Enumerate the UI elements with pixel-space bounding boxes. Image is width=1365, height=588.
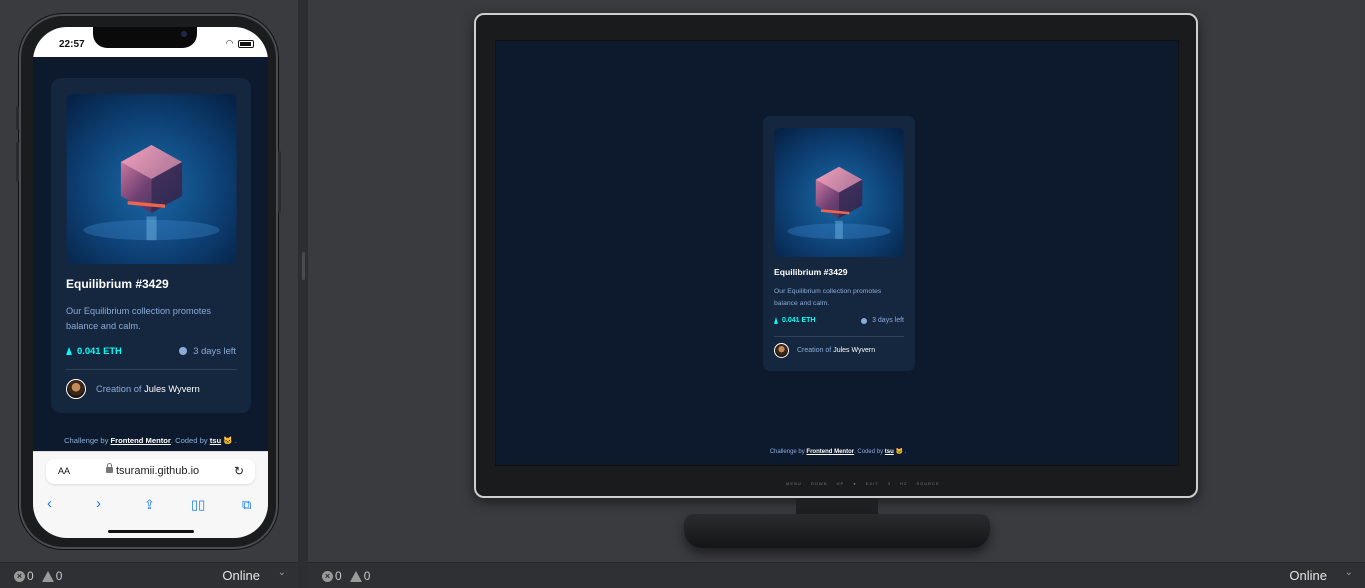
nft-price-value: 0.041 ETH bbox=[77, 345, 122, 356]
divider bbox=[774, 336, 904, 337]
status-bar-left: × 0 0 Online ⌄ bbox=[0, 562, 298, 588]
camera-icon bbox=[181, 31, 187, 37]
creator-line: Creation of Jules Wyvern bbox=[797, 347, 875, 354]
creator-name-link[interactable]: Jules Wyvern bbox=[833, 347, 875, 354]
clock-icon bbox=[861, 317, 868, 324]
error-icon: × bbox=[14, 570, 25, 582]
splitter-grip[interactable] bbox=[302, 252, 305, 280]
nft-card-desktop: Equilibrium #3429 Our Equilibrium collec… bbox=[763, 116, 915, 371]
divider bbox=[66, 369, 237, 370]
share-icon[interactable]: ⇪ bbox=[144, 497, 155, 513]
warning-count: 0 bbox=[363, 569, 371, 583]
nft-title[interactable]: Equilibrium #3429 bbox=[774, 267, 848, 277]
phone-notch bbox=[93, 27, 197, 48]
address-bar[interactable]: AA tsuramii.github.io ↻ bbox=[46, 459, 255, 484]
text-size-button[interactable]: AA bbox=[58, 466, 70, 476]
network-status[interactable]: Online bbox=[222, 568, 260, 583]
tabs-icon[interactable]: ⧉ bbox=[242, 497, 251, 513]
error-count: 0 bbox=[27, 569, 34, 583]
phone-status-icons: ◠ bbox=[226, 38, 254, 49]
lock-icon bbox=[106, 463, 113, 473]
nft-title[interactable]: Equilibrium #3429 bbox=[66, 277, 169, 291]
browser-toolbar: AA tsuramii.github.io ↻ ‹ › ⇪ ▯▯ ⧉ bbox=[33, 451, 268, 538]
monitor-frame: Equilibrium #3429 Our Equilibrium collec… bbox=[474, 13, 1198, 498]
frontend-mentor-link[interactable]: Frontend Mentor bbox=[111, 436, 171, 445]
cube-artwork-icon bbox=[66, 94, 237, 264]
nft-card: Equilibrium #3429 Our Equilibrium collec… bbox=[51, 78, 251, 413]
coder-link[interactable]: tsu bbox=[210, 436, 221, 445]
nft-description: Our Equilibrium collection promotes bala… bbox=[66, 306, 212, 331]
nft-time-left: 3 days left bbox=[179, 345, 236, 356]
warning-icon bbox=[41, 570, 54, 582]
creator-prefix: Creation of bbox=[96, 384, 142, 394]
nft-price: 0.041 ETH bbox=[774, 317, 815, 324]
attribution-prefix: Challenge by bbox=[769, 449, 805, 455]
avatar bbox=[774, 343, 789, 358]
attribution-middle: . Coded by bbox=[854, 449, 884, 455]
avatar bbox=[66, 379, 86, 399]
phone-clock: 22:57 bbox=[59, 39, 85, 50]
wifi-icon: ◠ bbox=[225, 38, 235, 48]
creator-prefix: Creation of bbox=[797, 347, 832, 354]
attribution: Challenge by Frontend Mentor. Coded by t… bbox=[496, 448, 1180, 455]
bookmarks-icon[interactable]: ▯▯ bbox=[191, 497, 205, 513]
monitor-osd-buttons: MENU DOWN UP ● EXIT 3 HZ SOURCE bbox=[786, 481, 940, 486]
frontend-mentor-link[interactable]: Frontend Mentor bbox=[806, 449, 854, 455]
monitor-stand bbox=[684, 514, 990, 548]
nft-creator: Creation of Jules Wyvern bbox=[774, 343, 875, 358]
nft-time-left-value: 3 days left bbox=[872, 317, 904, 324]
attribution-middle: . Coded by bbox=[170, 436, 208, 445]
warning-icon bbox=[349, 570, 362, 582]
reload-icon[interactable]: ↻ bbox=[234, 464, 244, 478]
phone-side-button bbox=[16, 106, 19, 130]
issues-indicator[interactable]: × 0 0 bbox=[14, 569, 62, 583]
error-icon: × bbox=[322, 570, 333, 582]
phone-power-button bbox=[278, 151, 281, 213]
home-indicator bbox=[108, 530, 194, 533]
nft-price: 0.041 ETH bbox=[66, 345, 122, 356]
battery-icon bbox=[238, 39, 254, 48]
coder-link[interactable]: tsu bbox=[885, 449, 894, 455]
attribution-suffix: 🐱 . bbox=[895, 449, 907, 455]
attribution-suffix: 🐱 . bbox=[223, 436, 237, 445]
nft-price-value: 0.041 ETH bbox=[782, 317, 816, 324]
creator-line: Creation of Jules Wyvern bbox=[96, 384, 200, 394]
forward-icon[interactable]: › bbox=[96, 495, 101, 512]
creator-name-link[interactable]: Jules Wyvern bbox=[144, 384, 200, 394]
back-icon[interactable]: ‹ bbox=[47, 495, 52, 512]
browser-nav-row: ‹ › ⇪ ▯▯ ⧉ bbox=[33, 495, 268, 517]
warning-count: 0 bbox=[55, 569, 63, 583]
nft-time-left-value: 3 days left bbox=[193, 345, 236, 356]
attribution-prefix: Challenge by bbox=[64, 436, 109, 445]
network-status[interactable]: Online bbox=[1289, 568, 1327, 583]
issues-indicator[interactable]: × 0 0 bbox=[322, 569, 370, 583]
equilibrium-image-desktop[interactable] bbox=[774, 128, 904, 257]
monitor-screen: Equilibrium #3429 Our Equilibrium collec… bbox=[495, 40, 1179, 466]
ethereum-icon bbox=[774, 317, 778, 324]
nft-description: Our Equilibrium collection promotes bala… bbox=[774, 288, 882, 307]
mobile-preview-pane: 22:57 ◠ Equilibrium #3429 Our Equilibriu… bbox=[0, 0, 298, 562]
phone-frame: 22:57 ◠ Equilibrium #3429 Our Equilibriu… bbox=[16, 14, 281, 549]
nft-time-left: 3 days left bbox=[861, 317, 904, 324]
equilibrium-image[interactable] bbox=[66, 94, 237, 264]
url-text[interactable]: tsuramii.github.io bbox=[116, 465, 199, 477]
error-count: 0 bbox=[335, 569, 342, 583]
ethereum-icon bbox=[66, 346, 72, 355]
cube-artwork-icon bbox=[774, 128, 904, 257]
chevron-down-icon[interactable]: ⌄ bbox=[1345, 567, 1353, 578]
phone-screen: 22:57 ◠ Equilibrium #3429 Our Equilibriu… bbox=[33, 27, 268, 538]
phone-volume-up bbox=[16, 142, 19, 182]
nft-creator: Creation of Jules Wyvern bbox=[66, 379, 200, 399]
chevron-down-icon[interactable]: ⌄ bbox=[278, 567, 286, 578]
clock-icon bbox=[179, 346, 188, 355]
status-bar-right: × 0 0 Online ⌄ bbox=[308, 562, 1365, 588]
attribution: Challenge by Frontend Mentor. Coded by t… bbox=[33, 436, 268, 445]
pane-splitter[interactable] bbox=[298, 0, 308, 588]
